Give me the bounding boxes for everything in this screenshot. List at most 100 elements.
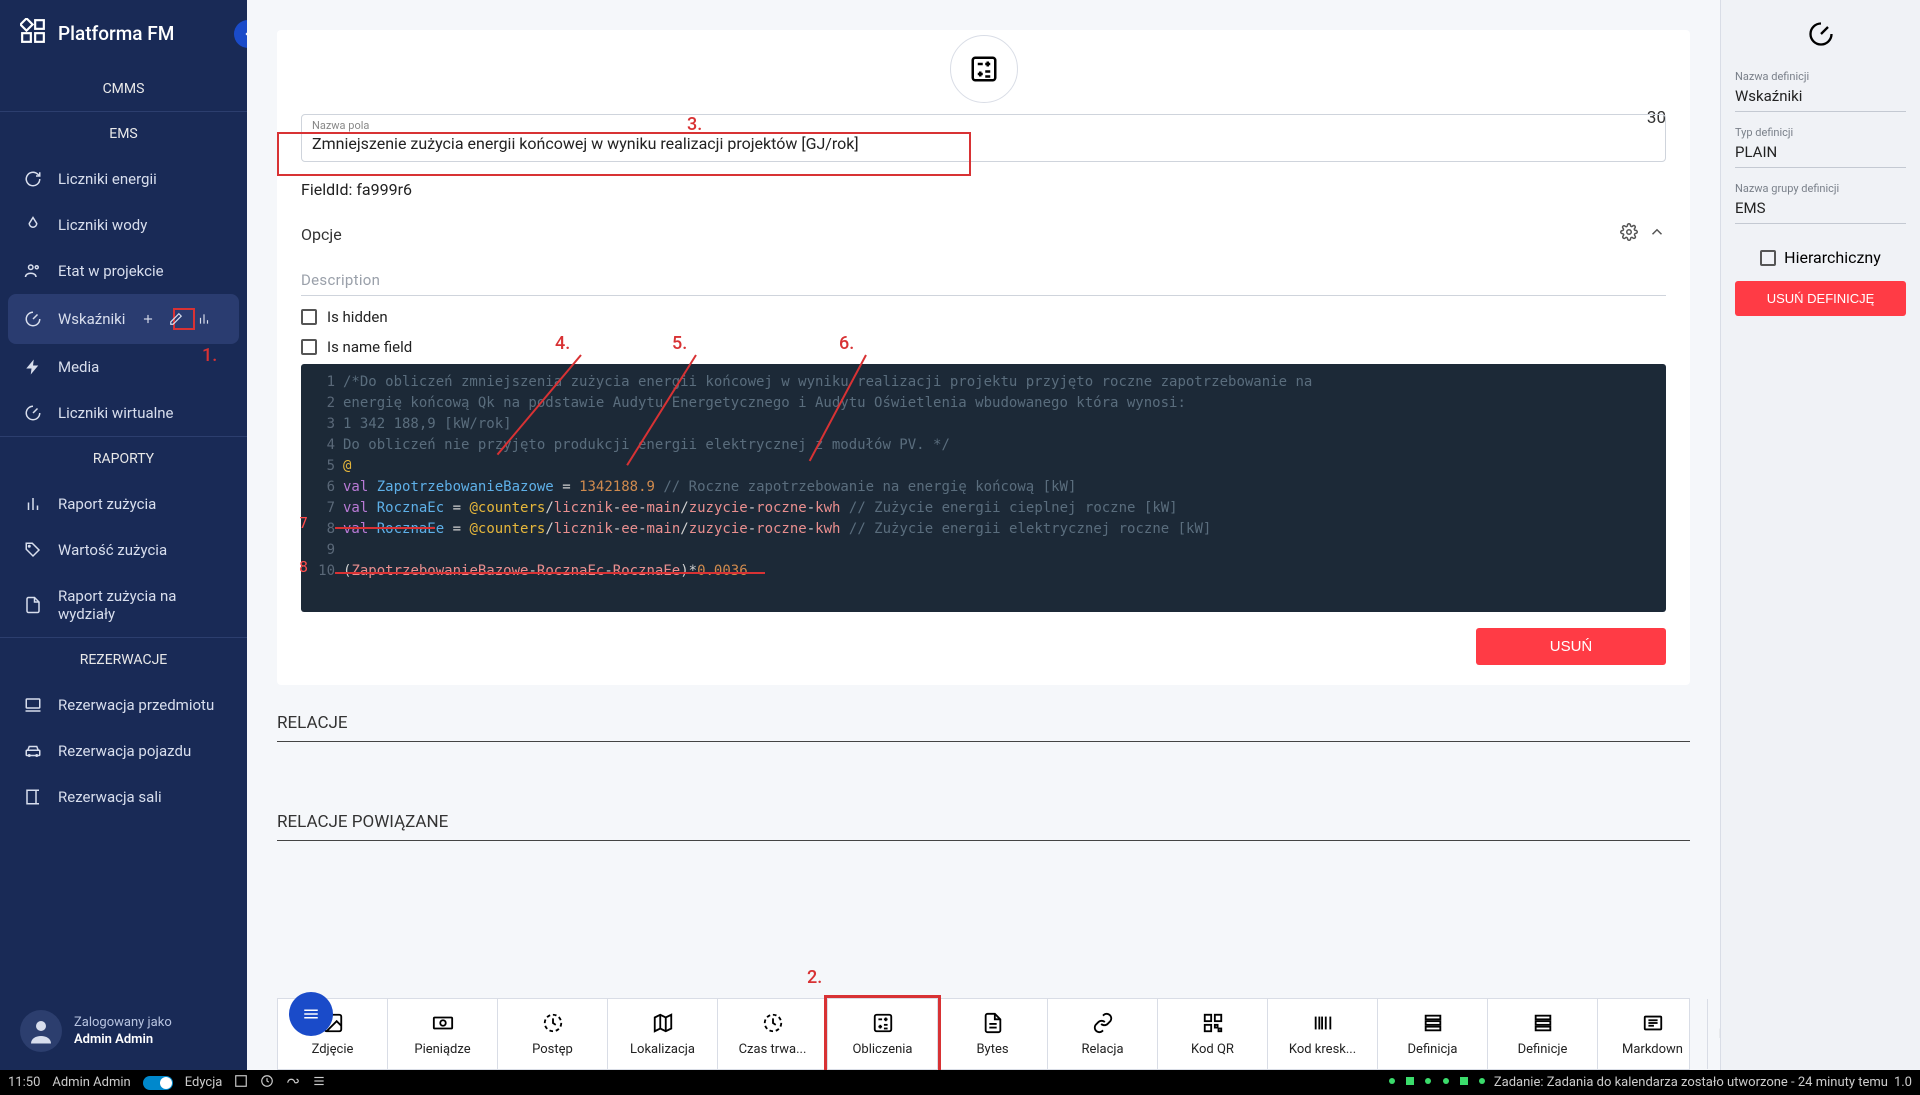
- nav-wskazniki[interactable]: Wskaźniki: [8, 294, 239, 344]
- nav-etat[interactable]: Etat w projekcie: [0, 248, 247, 294]
- money-icon: [432, 1012, 454, 1034]
- chart-icon[interactable]: [201, 308, 223, 330]
- car-icon: [24, 742, 42, 760]
- tb-pieniadze[interactable]: Pieniądze: [388, 999, 498, 1069]
- annotation-2: 2.: [807, 967, 822, 988]
- header-calc-icon: [950, 35, 1018, 103]
- bolt-icon: [24, 358, 42, 376]
- tb-definicja[interactable]: Definicja: [1378, 999, 1488, 1069]
- sb-ind-icon: [1422, 1075, 1434, 1091]
- nav-media[interactable]: Media: [0, 344, 247, 390]
- rp-grupa-value[interactable]: EMS: [1735, 195, 1906, 224]
- rp-delete-button[interactable]: USUŃ DEFINICJĘ: [1735, 281, 1906, 316]
- sb-task: Zadanie: Zadania do kalendarza zostało u…: [1494, 1075, 1888, 1090]
- nav-wartosc-zuzycia[interactable]: Wartość zużycia: [0, 527, 247, 573]
- sidebar: Platforma FM CMMS EMS Liczniki energii L…: [0, 0, 247, 1070]
- tb-postep[interactable]: Postęp: [498, 999, 608, 1069]
- section-cmms: CMMS: [0, 67, 247, 111]
- sb-icon[interactable]: [312, 1074, 326, 1092]
- tb-more[interactable]: P: [1708, 999, 1720, 1069]
- users-icon: [24, 262, 42, 280]
- description-label: Description: [301, 271, 1666, 296]
- tb-relacja[interactable]: Relacja: [1048, 999, 1158, 1069]
- rp-hierarchiczny-check[interactable]: Hierarchiczny: [1735, 248, 1906, 267]
- map-icon: [652, 1012, 674, 1034]
- opcje-label: Opcje: [301, 225, 342, 244]
- tb-kodkresk[interactable]: Kod kresk...: [1268, 999, 1378, 1069]
- right-panel: Nazwa definicji Wskaźniki Typ definicji …: [1720, 0, 1920, 1070]
- layers2-icon: [1532, 1012, 1554, 1034]
- nav-liczniki-wirtualne[interactable]: Liczniki wirtualne: [0, 390, 247, 436]
- section-raporty: RAPORTY: [0, 436, 247, 481]
- sb-time: 11:50: [8, 1075, 40, 1090]
- barcode-icon: [1312, 1012, 1334, 1034]
- sb-toggle[interactable]: [143, 1076, 173, 1090]
- nav-label: Rezerwacja sali: [58, 788, 162, 806]
- sb-icon[interactable]: [260, 1074, 274, 1092]
- nav-label: Liczniki wirtualne: [58, 404, 174, 422]
- checkbox-is-hidden[interactable]: Is hidden: [301, 308, 1666, 326]
- barchart-icon: [24, 495, 42, 513]
- section-ems: EMS: [0, 111, 247, 156]
- field-nazwa-pola[interactable]: Nazwa pola Zmniejszenie zużycia energii …: [301, 114, 1666, 162]
- tb-bytes[interactable]: Bytes: [938, 999, 1048, 1069]
- section-rezerwacje: REZERWACJE: [0, 637, 247, 682]
- link-icon: [1092, 1012, 1114, 1034]
- calc-icon: [872, 1012, 894, 1034]
- nav-rez-sali[interactable]: Rezerwacja sali: [0, 774, 247, 820]
- tb-definicje[interactable]: Definicje: [1488, 999, 1598, 1069]
- delete-button[interactable]: USUŃ: [1476, 628, 1666, 665]
- sb-ind-icon: [1386, 1075, 1398, 1091]
- nav-raport-zuzycia[interactable]: Raport zużycia: [0, 481, 247, 527]
- sb-icon[interactable]: [286, 1074, 300, 1092]
- field-value: Zmniejszenie zużycia energii końcowej w …: [312, 134, 1655, 153]
- refresh-icon: [24, 170, 42, 188]
- nav-label: Raport zużycia na wydziały: [58, 587, 223, 623]
- nav-label: Wartość zużycia: [58, 541, 167, 559]
- field-id: FieldId: fa999r6: [301, 180, 1666, 199]
- checkbox-is-name-field[interactable]: Is name field: [301, 338, 1666, 356]
- nav-label: Raport zużycia: [58, 495, 156, 513]
- nav-label: Rezerwacja pojazdu: [58, 742, 191, 760]
- gauge-icon: [1735, 20, 1906, 52]
- nav-rez-przedmiotu[interactable]: Rezerwacja przedmiotu: [0, 682, 247, 728]
- main-content: 30 3. Nazwa pola Zmniejszenie zużycia en…: [247, 0, 1720, 1070]
- qr-icon: [1202, 1012, 1224, 1034]
- add-icon[interactable]: [145, 308, 167, 330]
- card: 30 3. Nazwa pola Zmniejszenie zużycia en…: [277, 30, 1690, 685]
- nav-rez-pojazdu[interactable]: Rezerwacja pojazdu: [0, 728, 247, 774]
- sb-ind-icon: [1476, 1075, 1488, 1091]
- edit-icon[interactable]: [173, 308, 195, 330]
- user-label: Zalogowany jako: [74, 1015, 172, 1030]
- nav-label: Media: [58, 358, 99, 376]
- laptop-icon: [24, 696, 42, 714]
- checkbox-label: Is name field: [327, 338, 412, 356]
- gear-icon[interactable]: [1620, 223, 1638, 245]
- avatar: [20, 1010, 62, 1052]
- file-icon: [982, 1012, 1004, 1034]
- tag-icon: [24, 541, 42, 559]
- rp-typ-value[interactable]: PLAIN: [1735, 139, 1906, 168]
- tb-lokalizacja[interactable]: Lokalizacja: [608, 999, 718, 1069]
- sb-icon[interactable]: [234, 1074, 248, 1092]
- tb-markdown[interactable]: Markdown: [1598, 999, 1708, 1069]
- checkbox-icon[interactable]: [301, 339, 317, 355]
- nav-label: Liczniki energii: [58, 170, 157, 188]
- rp-nazwa-value[interactable]: Wskaźniki: [1735, 83, 1906, 112]
- nav-raport-wydzialy[interactable]: Raport zużycia na wydziały: [0, 573, 247, 637]
- chevron-up-icon[interactable]: [1648, 223, 1666, 245]
- checkbox-icon[interactable]: [1760, 250, 1776, 266]
- checkbox-icon[interactable]: [301, 309, 317, 325]
- nav-liczniki-wody[interactable]: Liczniki wody: [0, 202, 247, 248]
- nav-liczniki-energii[interactable]: Liczniki energii: [0, 156, 247, 202]
- app-title: Platforma FM: [58, 22, 174, 45]
- code-editor[interactable]: 1/*Do obliczeń zmniejszenia zużycia ener…: [301, 364, 1666, 612]
- fab-menu[interactable]: [289, 992, 333, 1036]
- logo-icon: [20, 18, 46, 49]
- rp-typ-label: Typ definicji: [1735, 126, 1906, 139]
- status-bar: 11:50 Admin Admin Edycja Zadanie: Zadani…: [0, 1070, 1920, 1095]
- tb-kodqr[interactable]: Kod QR: [1158, 999, 1268, 1069]
- tb-obliczenia[interactable]: Obliczenia: [828, 999, 938, 1069]
- sb-ver: 1.0: [1894, 1075, 1912, 1090]
- tb-czas[interactable]: Czas trwa...: [718, 999, 828, 1069]
